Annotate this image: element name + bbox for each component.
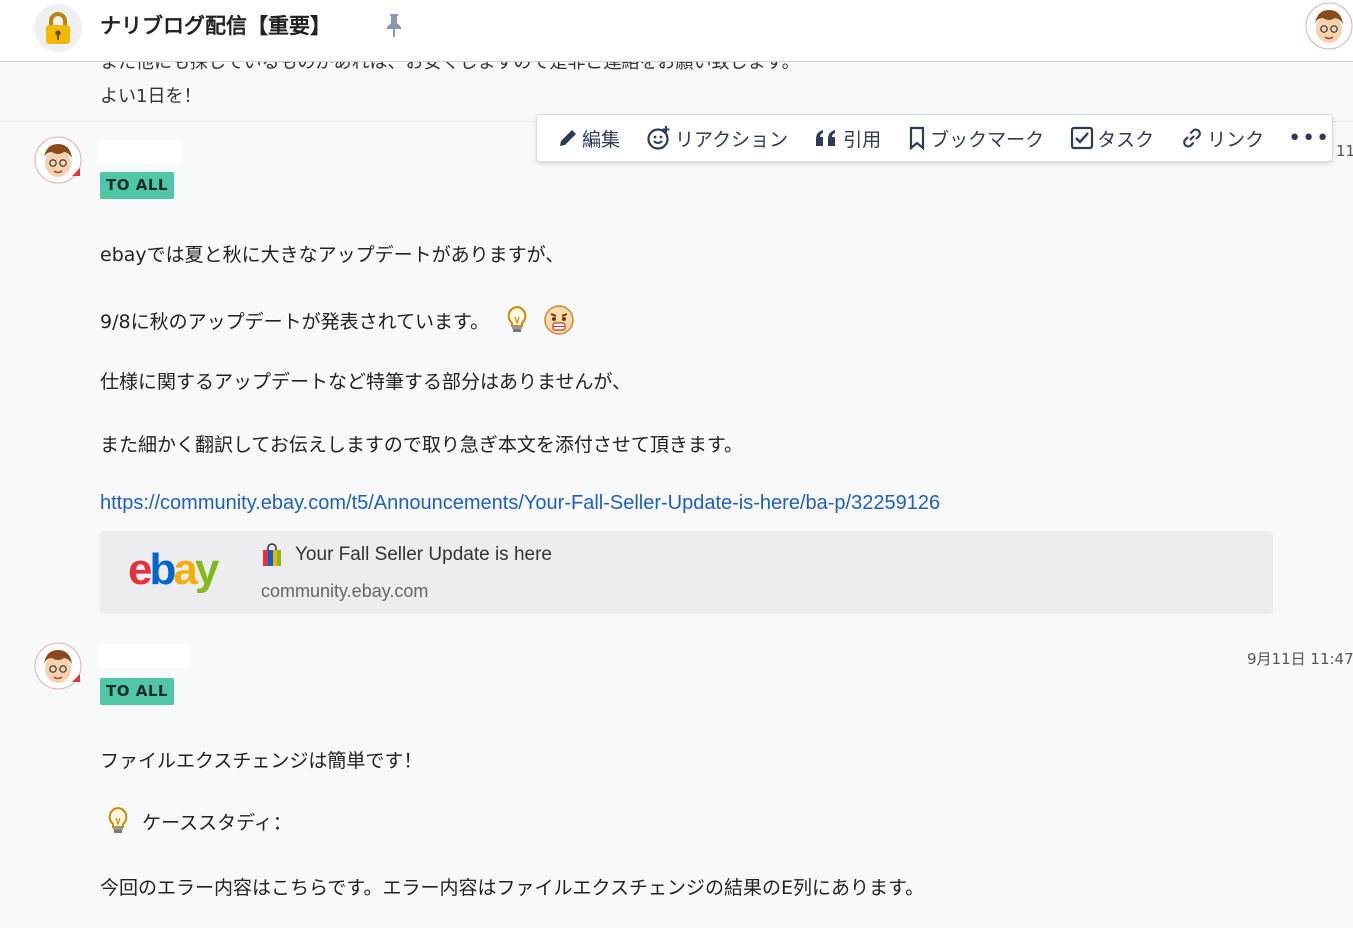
room-title: ナリブログ配信【重要】	[100, 14, 331, 38]
to-all-badge: TO ALL	[100, 172, 174, 199]
to-all-badge: TO ALL	[100, 678, 174, 705]
timestamp: 9月11日 11:47	[1247, 650, 1353, 668]
pin-icon[interactable]	[384, 12, 404, 42]
ebay-logo: ebay	[128, 545, 219, 594]
lock-icon[interactable]	[34, 4, 82, 52]
message-text: 今回のエラー内容はこちらです。エラー内容はファイルエクスチェンジの結果のE列にあ…	[100, 877, 925, 899]
sender-name[interactable]	[98, 140, 182, 164]
lightbulb-icon	[106, 806, 130, 841]
message-action-toolbar: 編集 リアクション 引用 ブックマーク タスク リンク •••	[536, 114, 1333, 162]
message-text: ファイルエクスチェンジは簡単です！	[100, 750, 423, 772]
bookmark-icon	[909, 126, 925, 150]
checkbox-icon	[1071, 126, 1094, 150]
avatar[interactable]	[34, 136, 82, 184]
smiley-plus-icon	[647, 126, 670, 150]
quote-icon	[816, 130, 836, 146]
task-button[interactable]: タスク	[1070, 114, 1154, 162]
previous-message: また他にも探しているものがあれは、お安くしますので是非ご連絡をお願い致します。 …	[0, 62, 1353, 122]
edit-button[interactable]: 編集	[557, 114, 620, 162]
message-text: 仕様に関するアップデートなど特筆する部分はありませんが、	[100, 371, 632, 393]
shopping-bag-icon	[263, 543, 281, 566]
sender-name[interactable]	[98, 644, 190, 668]
avatar[interactable]	[34, 642, 82, 690]
message-text: ebayでは夏と秋に大きなアップデートがありますが、	[100, 244, 565, 266]
link-button[interactable]: リンク	[1180, 114, 1264, 162]
preview-title[interactable]: Your Fall Seller Update is here	[261, 543, 552, 567]
message-line-with-emoji: 9/8に秋のアップデートが発表されています。	[100, 304, 575, 341]
message-text: よい1日を！	[100, 86, 202, 107]
room-header: ナリブログ配信【重要】	[0, 0, 1353, 62]
timestamp: 11	[1336, 142, 1353, 160]
lightbulb-icon	[505, 305, 529, 340]
avatar[interactable]	[1305, 2, 1353, 50]
link-label: リンク	[1207, 128, 1265, 151]
message-line-with-emoji: ケーススタディ：	[106, 806, 292, 841]
reaction-button[interactable]: リアクション	[646, 114, 788, 162]
message-link[interactable]: https://community.ebay.com/t5/Announceme…	[100, 492, 940, 515]
bookmark-label: ブックマーク	[930, 128, 1045, 151]
message-text: また他にも探しているものがあれは、お安くしますので是非ご連絡をお願い致します。	[100, 62, 800, 73]
reaction-label: リアクション	[675, 128, 789, 151]
pencil-icon	[560, 130, 576, 146]
link-icon	[1183, 128, 1201, 148]
quote-button[interactable]: 引用	[814, 114, 881, 162]
more-options-button[interactable]: •••	[1288, 114, 1330, 162]
message-text: ケーススタディ：	[142, 812, 292, 834]
task-label: タスク	[1097, 128, 1155, 151]
quote-label: 引用	[843, 128, 882, 151]
link-preview-card[interactable]: ebay Your Fall Seller Update is here com…	[100, 531, 1273, 614]
preview-domain: community.ebay.com	[261, 581, 429, 601]
message-text: 9/8に秋のアップデートが発表されています。	[100, 311, 490, 333]
shocked-face-icon	[543, 304, 575, 341]
message-text: また細かく翻訳してお伝えしますので取り急ぎ本文を添付させて頂きます。	[100, 434, 743, 456]
bookmark-button[interactable]: ブックマーク	[907, 114, 1044, 162]
edit-label: 編集	[582, 128, 621, 151]
